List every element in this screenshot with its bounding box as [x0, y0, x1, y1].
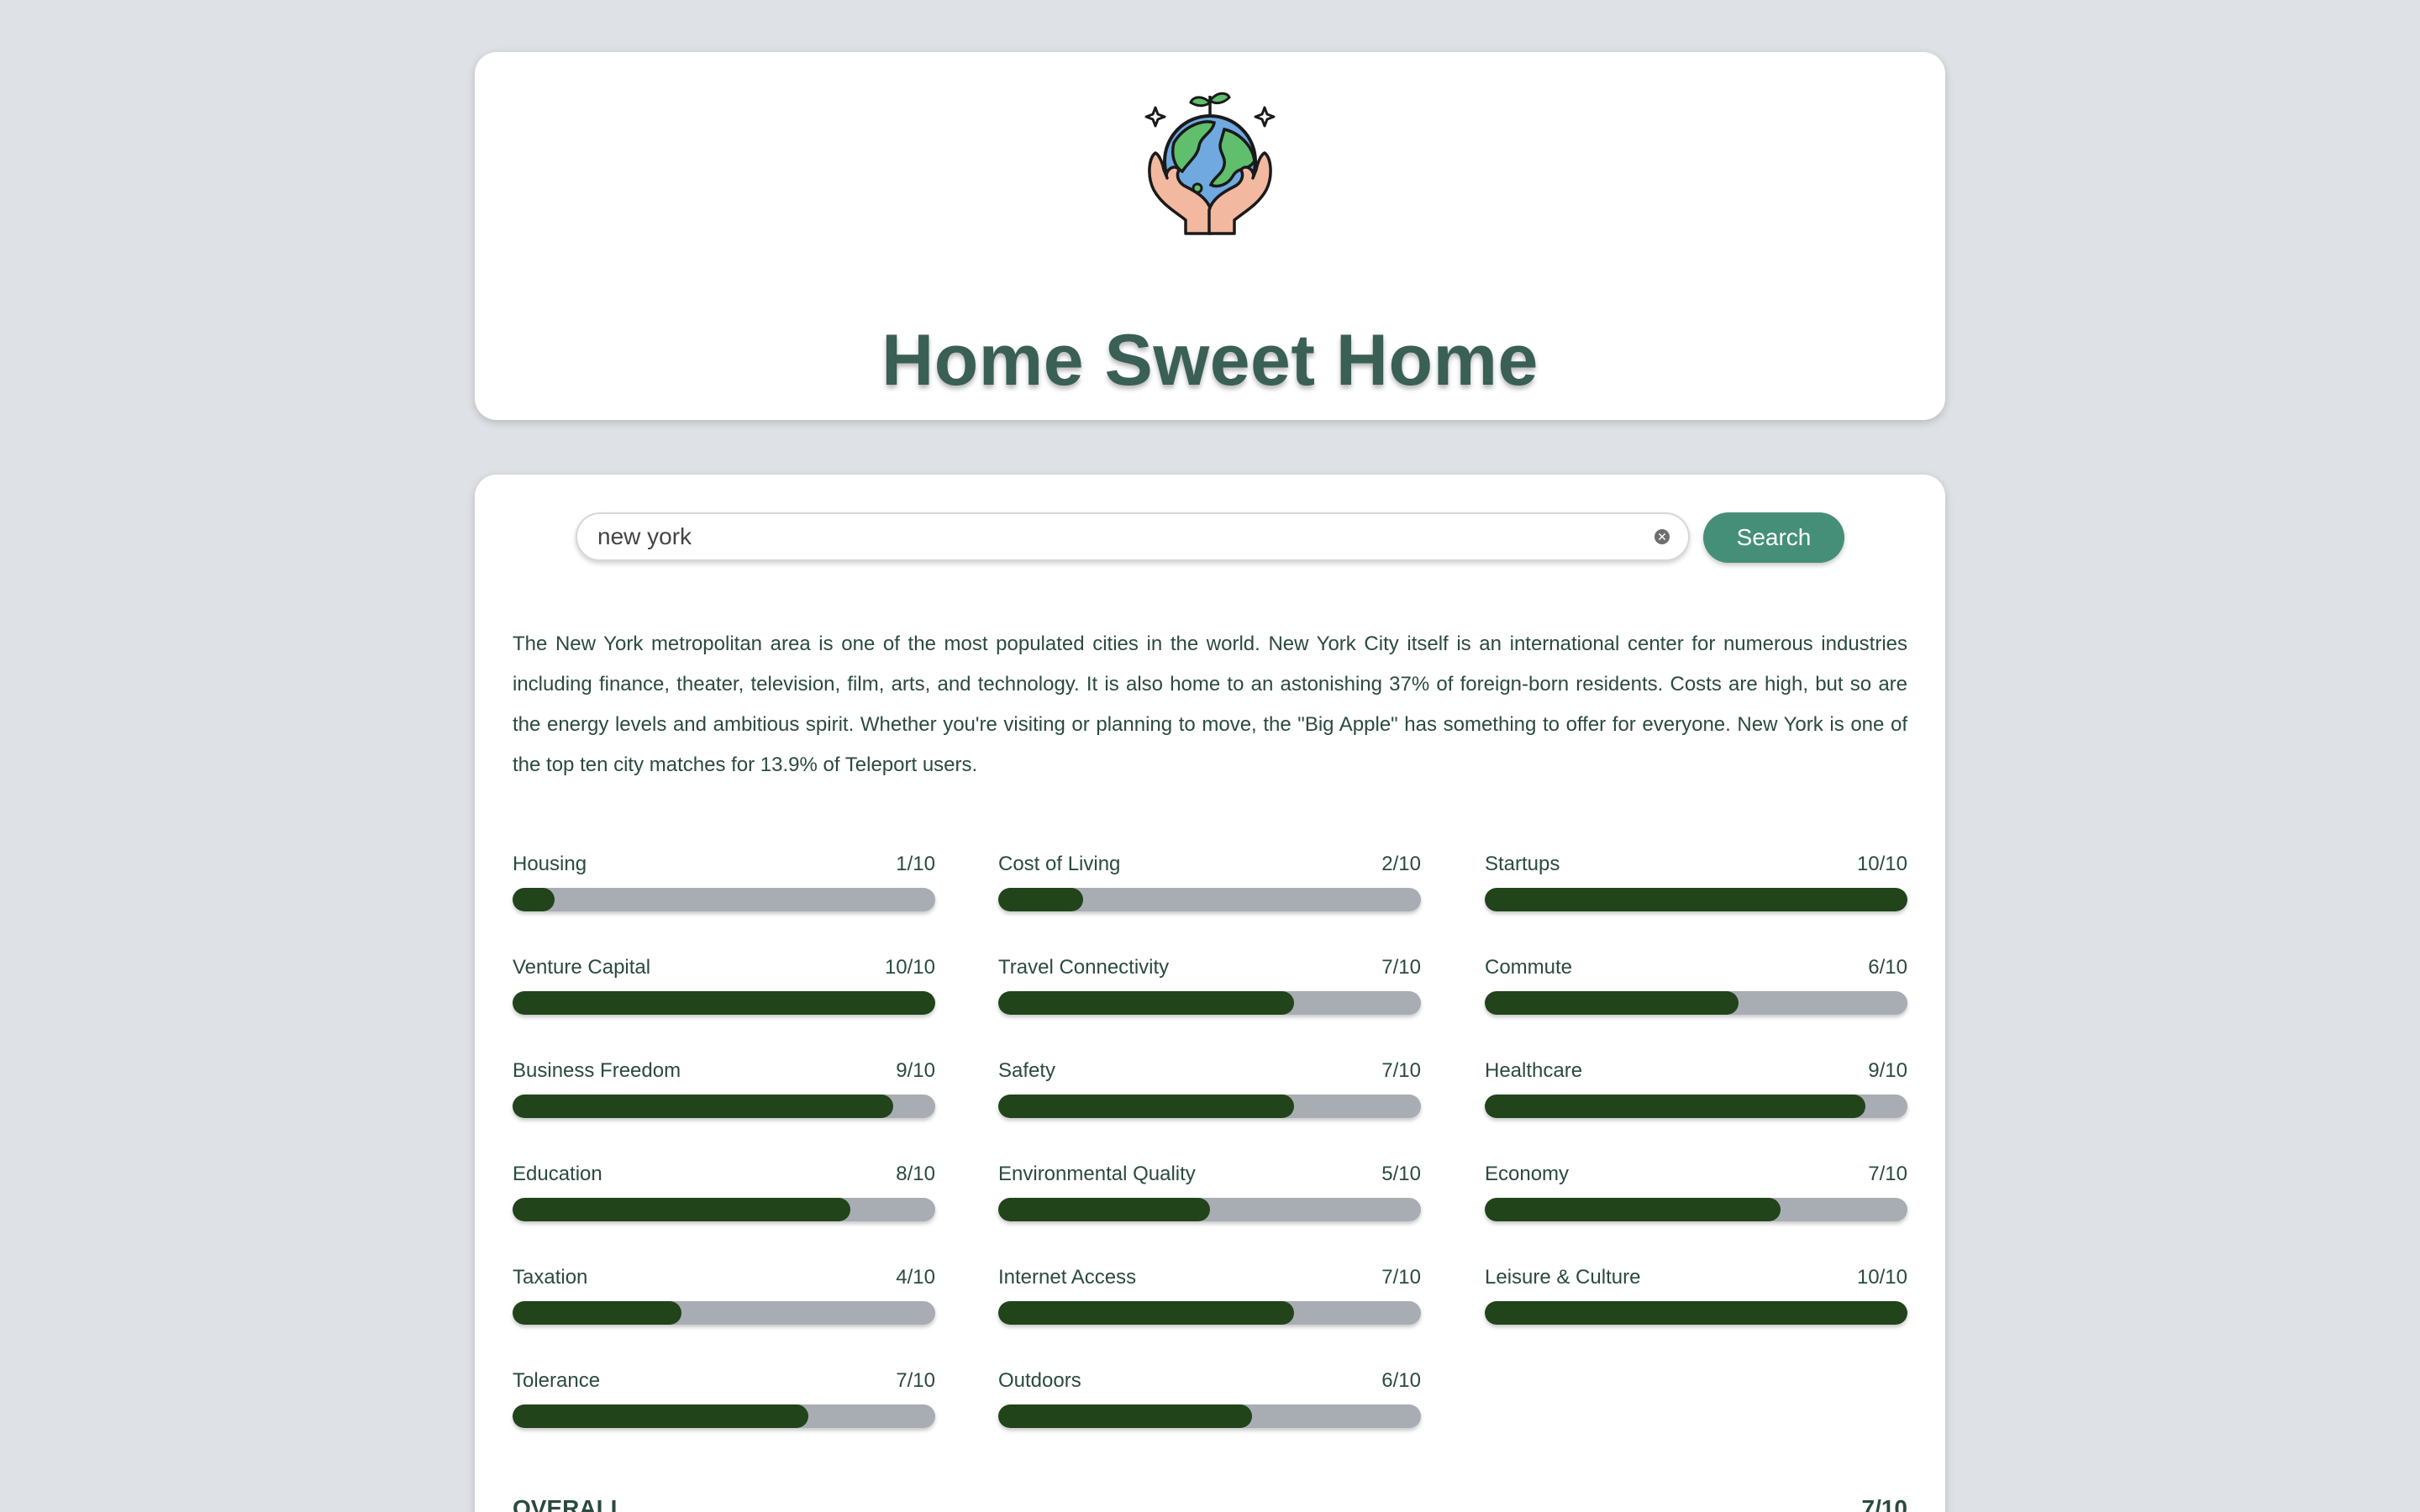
score-bar [1485, 1095, 1907, 1118]
score-label: Commute [1485, 956, 1573, 979]
score-bar [513, 1198, 935, 1221]
score-value: 7/10 [896, 1369, 935, 1392]
score-item: Outdoors 6/10 [998, 1369, 1421, 1428]
score-bar [513, 1404, 935, 1428]
score-bar-fill [1485, 1198, 1781, 1221]
score-item: Commute 6/10 [1485, 956, 1907, 1015]
score-label: Internet Access [998, 1266, 1137, 1289]
score-bar-fill [513, 1198, 851, 1221]
page: Home Sweet Home ✕ Search The New York me… [0, 0, 2420, 1512]
score-label: Economy [1485, 1163, 1570, 1185]
score-bar-fill [998, 888, 1083, 911]
score-bar [998, 1095, 1421, 1118]
score-value: 2/10 [1381, 853, 1421, 875]
overall-score: OVERALL 7/10 [513, 1495, 1907, 1512]
score-bar-fill [998, 991, 1295, 1015]
score-bar [998, 888, 1421, 911]
overall-label: OVERALL [513, 1495, 625, 1512]
score-label: Leisure & Culture [1485, 1266, 1641, 1289]
score-label: Taxation [513, 1266, 588, 1289]
score-bar-fill [1485, 888, 1907, 911]
score-item: Leisure & Culture 10/10 [1485, 1266, 1907, 1325]
score-bar-fill [513, 1095, 893, 1118]
score-bar [513, 991, 935, 1015]
score-bar-fill [998, 1198, 1210, 1221]
score-value: 6/10 [1868, 956, 1907, 979]
search-field[interactable]: ✕ [576, 512, 1690, 561]
score-label: Education [513, 1163, 602, 1185]
overall-value: 7/10 [1861, 1495, 1908, 1512]
score-item: Venture Capital 10/10 [513, 956, 935, 1015]
score-item: Environmental Quality 5/10 [998, 1163, 1421, 1221]
score-value: 10/10 [1856, 853, 1907, 875]
score-label: Startups [1485, 853, 1560, 875]
score-value: 1/10 [896, 853, 935, 875]
score-bar [1485, 888, 1907, 911]
score-item: Tolerance 7/10 [513, 1369, 935, 1428]
score-item: Taxation 4/10 [513, 1266, 935, 1325]
search-bar: ✕ Search [576, 512, 1861, 563]
score-value: 10/10 [884, 956, 935, 979]
score-value: 9/10 [896, 1059, 935, 1082]
score-item: Travel Connectivity 7/10 [998, 956, 1421, 1015]
score-item: Startups 10/10 [1485, 853, 1907, 911]
clear-circle-icon[interactable]: ✕ [1655, 529, 1670, 544]
score-label: Safety [998, 1059, 1056, 1082]
score-bar-fill [1485, 991, 1739, 1015]
score-bar-fill [513, 1301, 682, 1325]
city-summary: The New York metropolitan area is one of… [513, 633, 1907, 776]
score-label: Travel Connectivity [998, 956, 1170, 979]
score-label: Environmental Quality [998, 1163, 1196, 1185]
score-label: Cost of Living [998, 853, 1121, 875]
score-item: Internet Access 7/10 [998, 1266, 1421, 1325]
score-bar [998, 1198, 1421, 1221]
score-bar-fill [513, 991, 935, 1015]
score-item: Cost of Living 2/10 [998, 853, 1421, 911]
score-value: 7/10 [1381, 1266, 1421, 1289]
score-item: Safety 7/10 [998, 1059, 1421, 1118]
city-card: ✕ Search The New York metropolitan area … [475, 475, 1945, 1512]
score-bar-fill [513, 888, 555, 911]
score-label: Tolerance [513, 1369, 601, 1392]
score-label: Business Freedom [513, 1059, 681, 1082]
score-item: Healthcare 9/10 [1485, 1059, 1907, 1118]
score-value: 5/10 [1381, 1163, 1421, 1185]
score-value: 7/10 [1868, 1163, 1907, 1185]
score-value: 7/10 [1381, 956, 1421, 979]
score-bar [998, 1301, 1421, 1325]
score-label: Housing [513, 853, 587, 875]
search-input[interactable] [597, 514, 1639, 559]
score-bar [513, 888, 935, 911]
score-bar-fill [998, 1301, 1295, 1325]
score-item: Education 8/10 [513, 1163, 935, 1221]
header-card: Home Sweet Home [475, 52, 1945, 420]
score-label: Venture Capital [513, 956, 651, 979]
score-bar [998, 991, 1421, 1015]
score-bar-fill [998, 1404, 1252, 1428]
score-item: Business Freedom 9/10 [513, 1059, 935, 1118]
score-bar [1485, 991, 1907, 1015]
score-value: 8/10 [896, 1163, 935, 1185]
score-bar-fill [1485, 1301, 1907, 1325]
score-bar-fill [998, 1095, 1295, 1118]
earth-in-hands-icon [1130, 77, 1290, 237]
score-bar [1485, 1301, 1907, 1325]
score-bar [1485, 1198, 1907, 1221]
score-value: 6/10 [1381, 1369, 1421, 1392]
site-title: Home Sweet Home [881, 320, 1539, 401]
score-label: Healthcare [1485, 1059, 1583, 1082]
score-value: 4/10 [896, 1266, 935, 1289]
score-value: 7/10 [1381, 1059, 1421, 1082]
score-bar [513, 1301, 935, 1325]
score-bar [513, 1095, 935, 1118]
score-bar [998, 1404, 1421, 1428]
score-label: Outdoors [998, 1369, 1081, 1392]
score-item: Housing 1/10 [513, 853, 935, 911]
score-bar-fill [1485, 1095, 1865, 1118]
score-item: Economy 7/10 [1485, 1163, 1907, 1221]
score-value: 9/10 [1868, 1059, 1907, 1082]
score-bar-fill [513, 1404, 809, 1428]
score-value: 10/10 [1856, 1266, 1907, 1289]
search-button[interactable]: Search [1703, 512, 1844, 563]
